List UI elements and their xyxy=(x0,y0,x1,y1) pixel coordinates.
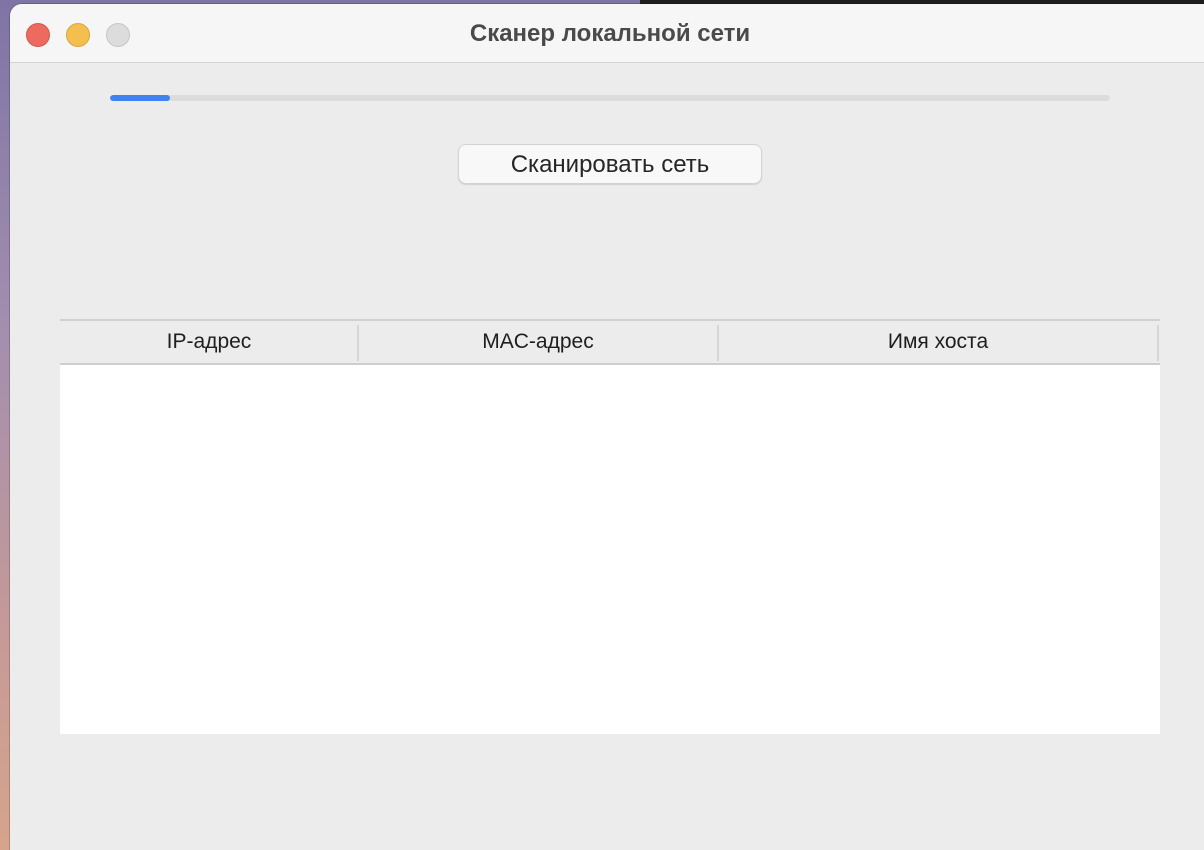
column-header-mac[interactable]: MAC-адрес xyxy=(358,321,718,363)
scan-progress-bar xyxy=(110,95,1110,101)
table-body[interactable] xyxy=(60,365,1160,734)
table-header: IP-адрес MAC-адрес Имя хоста xyxy=(60,319,1160,365)
title-bar: Сканер локальной сети xyxy=(10,4,1204,63)
column-divider[interactable] xyxy=(1157,325,1159,361)
column-header-ip[interactable]: IP-адрес xyxy=(60,321,358,363)
scan-network-button[interactable]: Сканировать сеть xyxy=(458,144,762,184)
devices-table: IP-адрес MAC-адрес Имя хоста xyxy=(60,319,1160,734)
app-window: Сканер локальной сети Сканировать сеть I… xyxy=(10,4,1204,850)
scan-progress-fill xyxy=(110,95,170,101)
window-title: Сканер локальной сети xyxy=(469,20,751,47)
column-header-hostname[interactable]: Имя хоста xyxy=(718,321,1158,363)
